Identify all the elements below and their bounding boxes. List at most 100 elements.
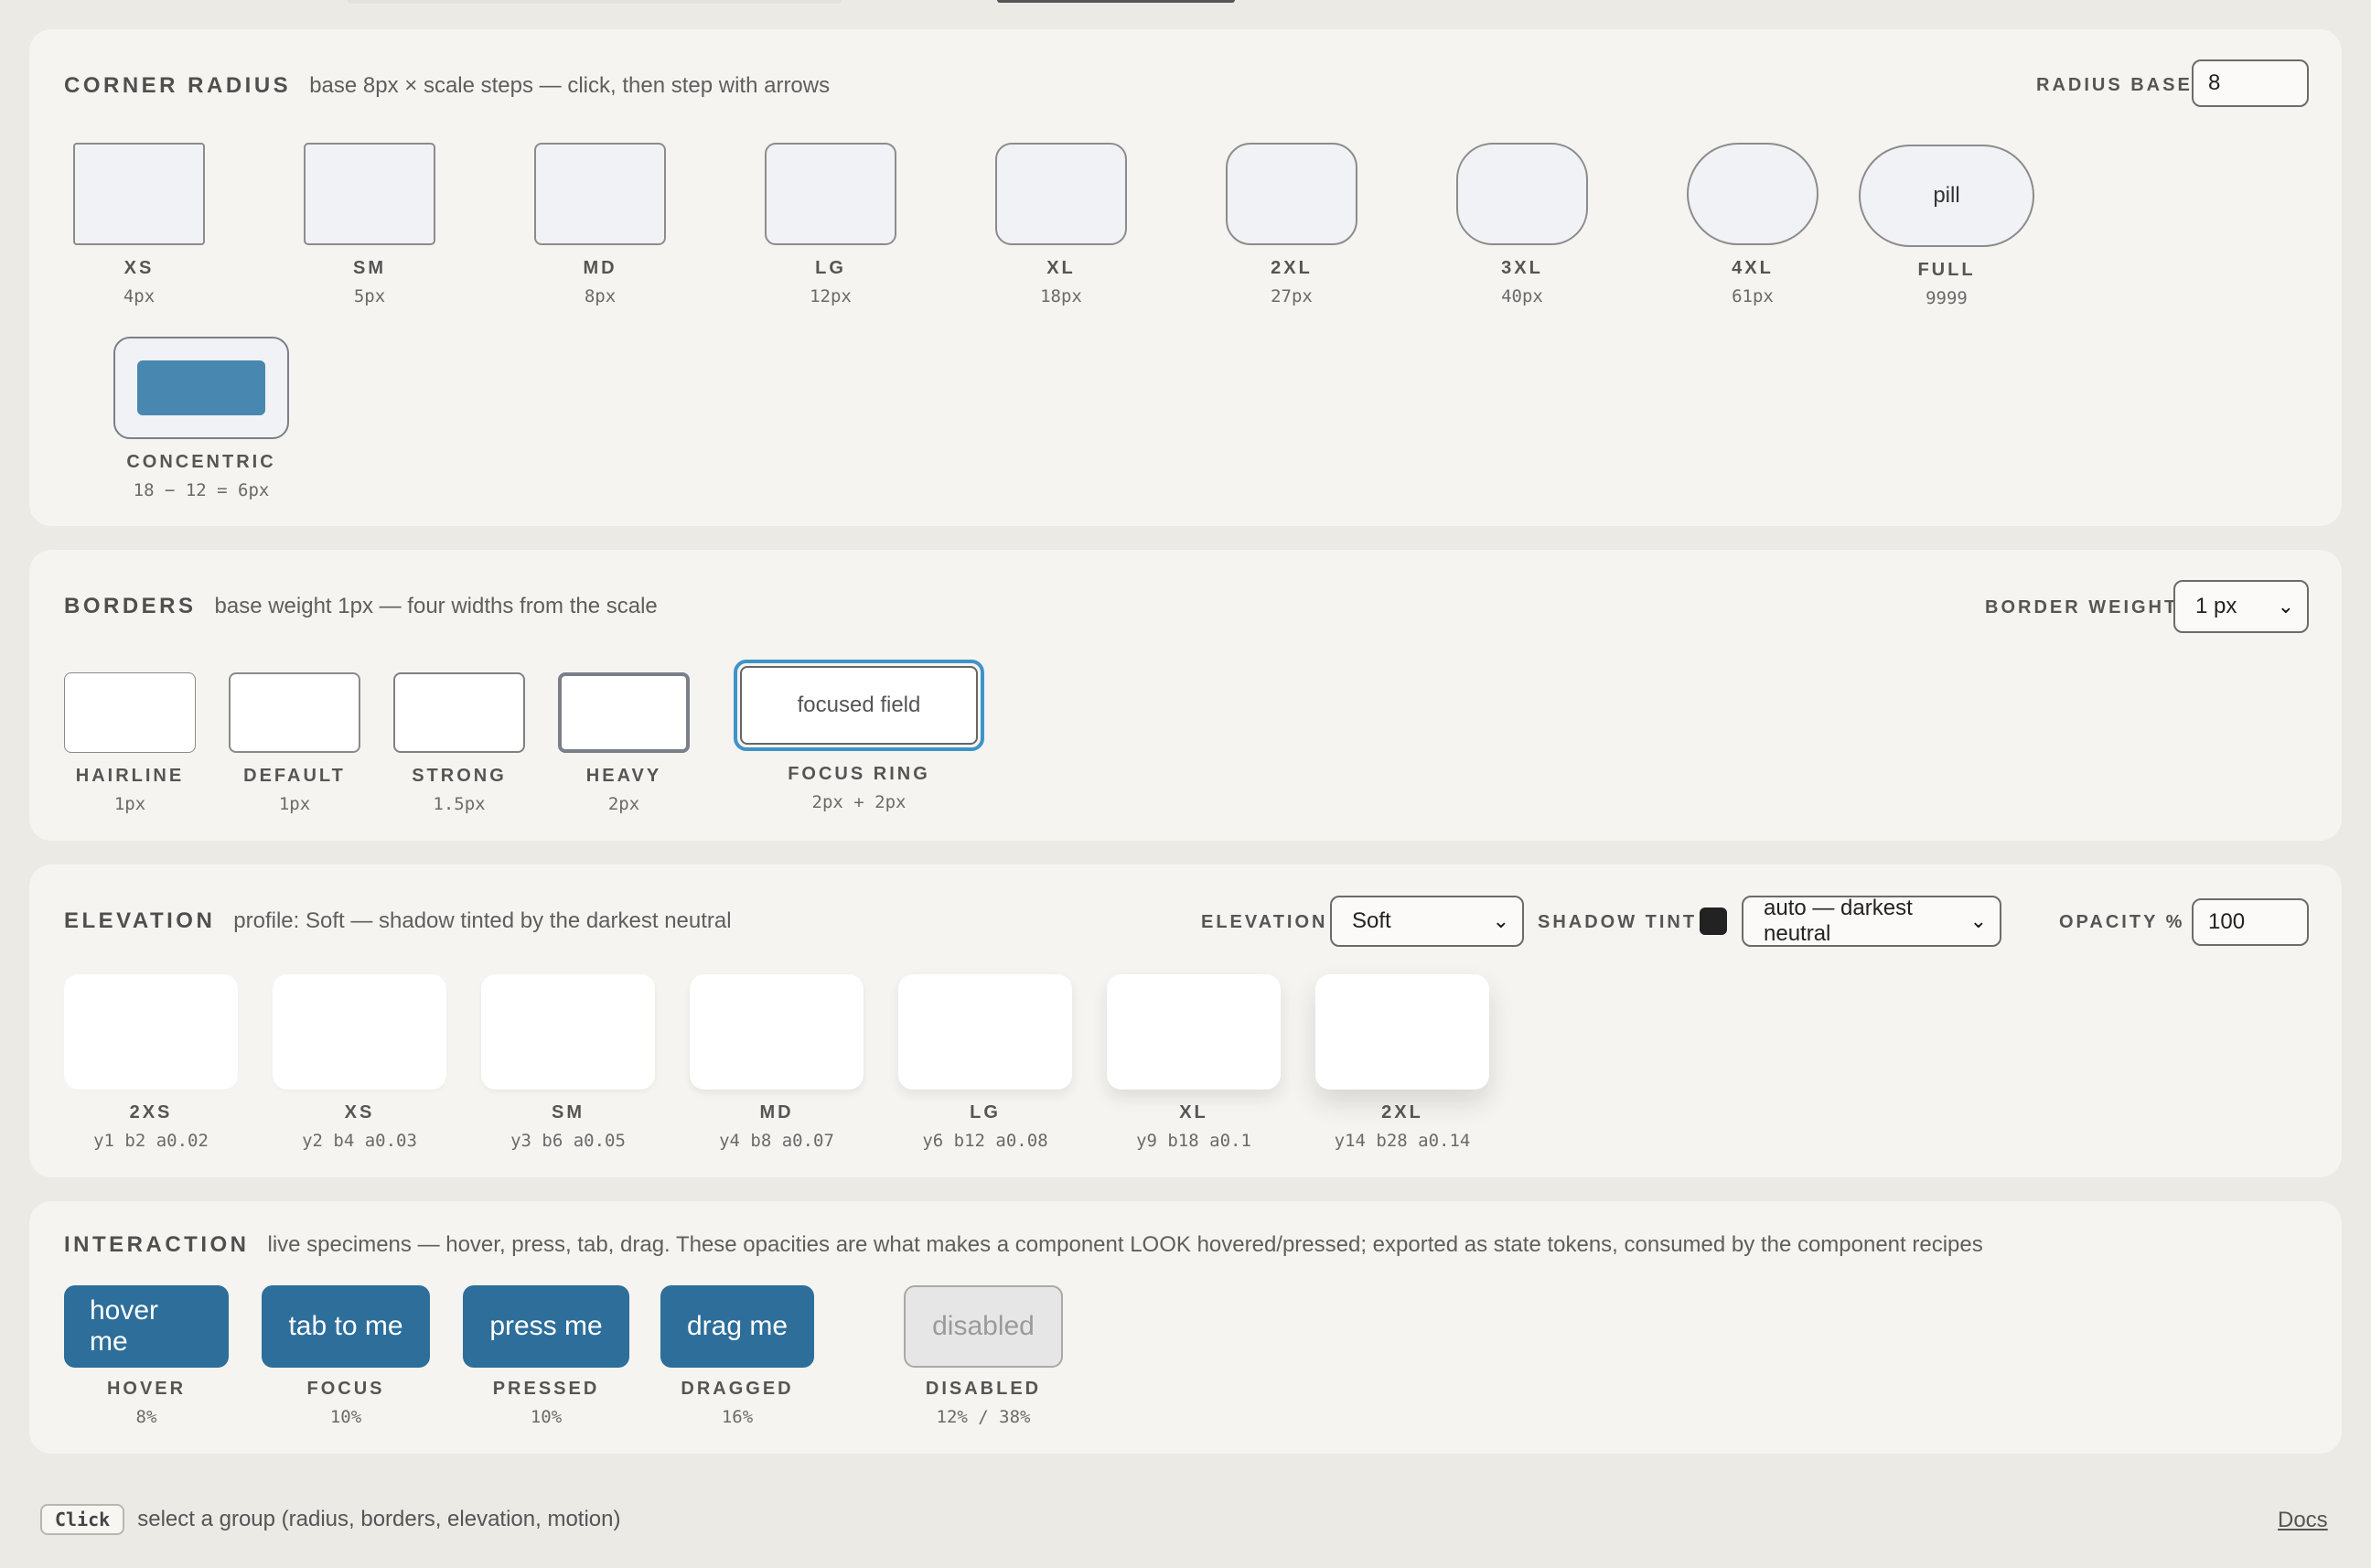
elevation-lg[interactable]: LG y6 b12 a0.08 (898, 974, 1072, 1151)
pill-text: pill (1933, 183, 1960, 208)
radius-base-label: RADIUS BASE (2036, 75, 2193, 95)
button-text: press me (489, 1311, 603, 1341)
section-subtitle: base weight 1px — four widths from the s… (214, 594, 658, 618)
elevation-value: Soft (1352, 908, 1391, 933)
concentric-specimen[interactable]: CONCENTRIC 18 − 12 = 6px (113, 337, 289, 500)
borders-header: BORDERS base weight 1px — four widths fr… (64, 594, 658, 619)
border-swatch (64, 672, 196, 753)
concentric-outer (113, 337, 289, 439)
section-subtitle: live specimens — hover, press, tab, drag… (267, 1232, 1983, 1257)
chevron-down-icon: ⌄ (1492, 909, 1509, 932)
border-swatch (229, 672, 360, 753)
radius-step-lg[interactable]: LG 12px (765, 143, 896, 306)
radius-step-xl[interactable]: XL 18px (995, 143, 1127, 306)
elevation-level-value: y1 b2 a0.02 (93, 1131, 209, 1151)
border-heavy[interactable]: HEAVY 2px (558, 672, 690, 814)
button-text: disabled (932, 1311, 1035, 1341)
border-label: FOCUS RING (788, 764, 930, 784)
radius-step-4xl[interactable]: 4XL 61px (1687, 143, 1818, 306)
elevation-2xs[interactable]: 2XS y1 b2 a0.02 (64, 974, 238, 1151)
radius-step-3xl[interactable]: 3XL 40px (1456, 143, 1588, 306)
concentric-inner (137, 360, 265, 415)
elevation-level-value: y4 b8 a0.07 (719, 1131, 834, 1151)
opacity-value: 100 (2208, 909, 2246, 934)
elevation-card (690, 974, 864, 1090)
border-label: HEAVY (585, 766, 662, 786)
step-label: LG (815, 258, 846, 278)
section-title: BORDERS (64, 594, 197, 618)
tab-to-me-button[interactable]: tab to me (262, 1285, 430, 1368)
interaction-disabled: disabled DISABLED 12% / 38% (904, 1285, 1063, 1427)
borders-panel[interactable]: BORDERS base weight 1px — four widths fr… (29, 550, 2342, 841)
corner-radius-panel[interactable]: CORNER RADIUS base 8px × scale steps — c… (29, 29, 2342, 526)
step-label: 3XL (1501, 258, 1543, 278)
drag-me-button[interactable]: drag me (660, 1285, 814, 1368)
elevation-level-value: y3 b6 a0.05 (510, 1131, 626, 1151)
disabled-button: disabled (904, 1285, 1063, 1368)
state-label: HOVER (106, 1379, 187, 1399)
click-key-badge: Click (40, 1504, 125, 1535)
state-label: FOCUS (306, 1379, 385, 1399)
elevation-level-value: y6 b12 a0.08 (922, 1131, 1048, 1151)
step-value: 12px (810, 286, 852, 306)
state-label: DISABLED (925, 1379, 1042, 1399)
interaction-header: INTERACTION live specimens — hover, pres… (64, 1232, 1983, 1258)
step-value: 8px (584, 286, 617, 306)
elevation-level-label: MD (759, 1102, 794, 1122)
elevation-xs[interactable]: XS y2 b4 a0.03 (273, 974, 446, 1151)
border-weight-select[interactable]: 1 px ⌄ (2173, 580, 2309, 633)
section-title: INTERACTION (64, 1232, 250, 1257)
radius-swatch (1687, 143, 1818, 245)
shadow-tint-swatch[interactable] (1700, 908, 1727, 935)
elevation-panel[interactable]: ELEVATION profile: Soft — shadow tinted … (29, 865, 2342, 1177)
step-label: 2XL (1271, 258, 1313, 278)
radius-step-full[interactable]: pill FULL 9999 (1859, 145, 2034, 308)
docs-link[interactable]: Docs (2278, 1508, 2328, 1533)
border-value: 1px (278, 794, 311, 814)
press-me-button[interactable]: press me (463, 1285, 629, 1368)
focused-field-text: focused field (797, 693, 921, 717)
border-strong[interactable]: STRONG 1.5px (393, 672, 525, 814)
radius-step-xs[interactable]: XS 4px (73, 143, 205, 306)
elevation-card (898, 974, 1072, 1090)
interaction-panel[interactable]: INTERACTION live specimens — hover, pres… (29, 1201, 2342, 1454)
border-label: HAIRLINE (75, 766, 185, 786)
top-tab-indicator (997, 0, 1235, 3)
border-hairline[interactable]: HAIRLINE 1px (64, 672, 196, 814)
radius-swatch (534, 143, 666, 245)
opacity-input[interactable]: 100 (2192, 898, 2309, 946)
hover-me-button[interactable]: hover me (64, 1285, 229, 1368)
shadow-tint-select[interactable]: auto — darkest neutral ⌄ (1742, 896, 2001, 947)
elevation-md[interactable]: MD y4 b8 a0.07 (690, 974, 864, 1151)
step-value: 61px (1732, 286, 1774, 306)
step-label: MD (583, 258, 617, 278)
elevation-level-label: 2XL (1381, 1102, 1423, 1122)
elevation-card (64, 974, 238, 1090)
state-value: 10% (329, 1407, 362, 1427)
elevation-select[interactable]: Soft ⌄ (1330, 896, 1524, 947)
elevation-xl[interactable]: XL y9 b18 a0.1 (1107, 974, 1281, 1151)
radius-step-sm[interactable]: SM 5px (304, 143, 435, 306)
radius-base-value: 8 (2208, 70, 2221, 95)
border-default[interactable]: DEFAULT 1px (229, 672, 360, 814)
border-swatch (558, 672, 690, 753)
radius-step-2xl[interactable]: 2XL 27px (1226, 143, 1357, 306)
elevation-level-label: XS (344, 1102, 375, 1122)
elevation-2xl[interactable]: 2XL y14 b28 a0.14 (1315, 974, 1489, 1151)
elevation-level-value: y9 b18 a0.1 (1136, 1131, 1251, 1151)
radius-step-md[interactable]: MD 8px (534, 143, 666, 306)
elevation-sm[interactable]: SM y3 b6 a0.05 (481, 974, 655, 1151)
section-title: ELEVATION (64, 908, 216, 933)
focused-field[interactable]: focused field (740, 666, 978, 745)
elevation-level-label: LG (970, 1102, 1001, 1122)
radius-swatch (73, 143, 205, 245)
interaction-pressed: press me PRESSED 10% (463, 1285, 629, 1427)
radius-base-input[interactable]: 8 (2192, 59, 2309, 107)
border-swatch (393, 672, 525, 753)
border-focus-ring[interactable]: focused field FOCUS RING 2px + 2px (734, 660, 984, 812)
step-value: 40px (1501, 286, 1543, 306)
step-label: SM (353, 258, 386, 278)
elevation-level-value: y2 b4 a0.03 (302, 1131, 417, 1151)
interaction-dragged: drag me DRAGGED 16% (660, 1285, 814, 1427)
corner-radius-header: CORNER RADIUS base 8px × scale steps — c… (64, 73, 830, 99)
